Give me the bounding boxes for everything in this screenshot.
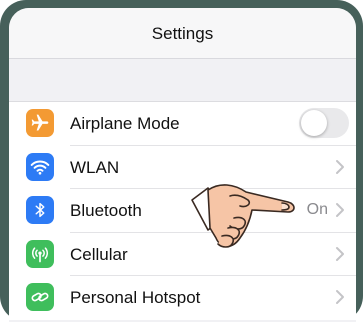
chevron-right-icon [336, 290, 344, 304]
chevron-right-icon [336, 203, 344, 217]
settings-row-label: WLAN [70, 157, 120, 177]
chevron-right-icon [336, 246, 344, 261]
page-title: Settings [151, 24, 214, 43]
chevron-right-icon [336, 159, 344, 174]
cellular-icon [26, 239, 54, 268]
settings-screen: Settings Airplane Mode WLAN Bluetooth On… [9, 8, 356, 322]
settings-row-airplane-mode[interactable]: Airplane Mode [9, 102, 356, 146]
airplane-icon [26, 109, 54, 137]
toggle-knob [301, 110, 327, 136]
settings-row-label: Airplane Mode [70, 114, 180, 133]
bluetooth-icon [26, 196, 54, 224]
bluetooth-status-value: On [306, 201, 328, 218]
settings-row-label: Personal Hotspot [70, 288, 201, 307]
settings-row-label: Cellular [70, 244, 128, 264]
hotspot-icon [26, 283, 54, 311]
pointing-hand-icon [191, 184, 295, 248]
wifi-icon [26, 152, 54, 181]
settings-row-label: Bluetooth [70, 201, 142, 220]
airplane-mode-toggle[interactable] [299, 108, 349, 138]
device-frame: Settings Airplane Mode WLAN Bluetooth On… [0, 0, 363, 322]
settings-row-personal-hotspot[interactable]: Personal Hotspot [9, 276, 356, 320]
navigation-bar: Settings [9, 8, 356, 59]
